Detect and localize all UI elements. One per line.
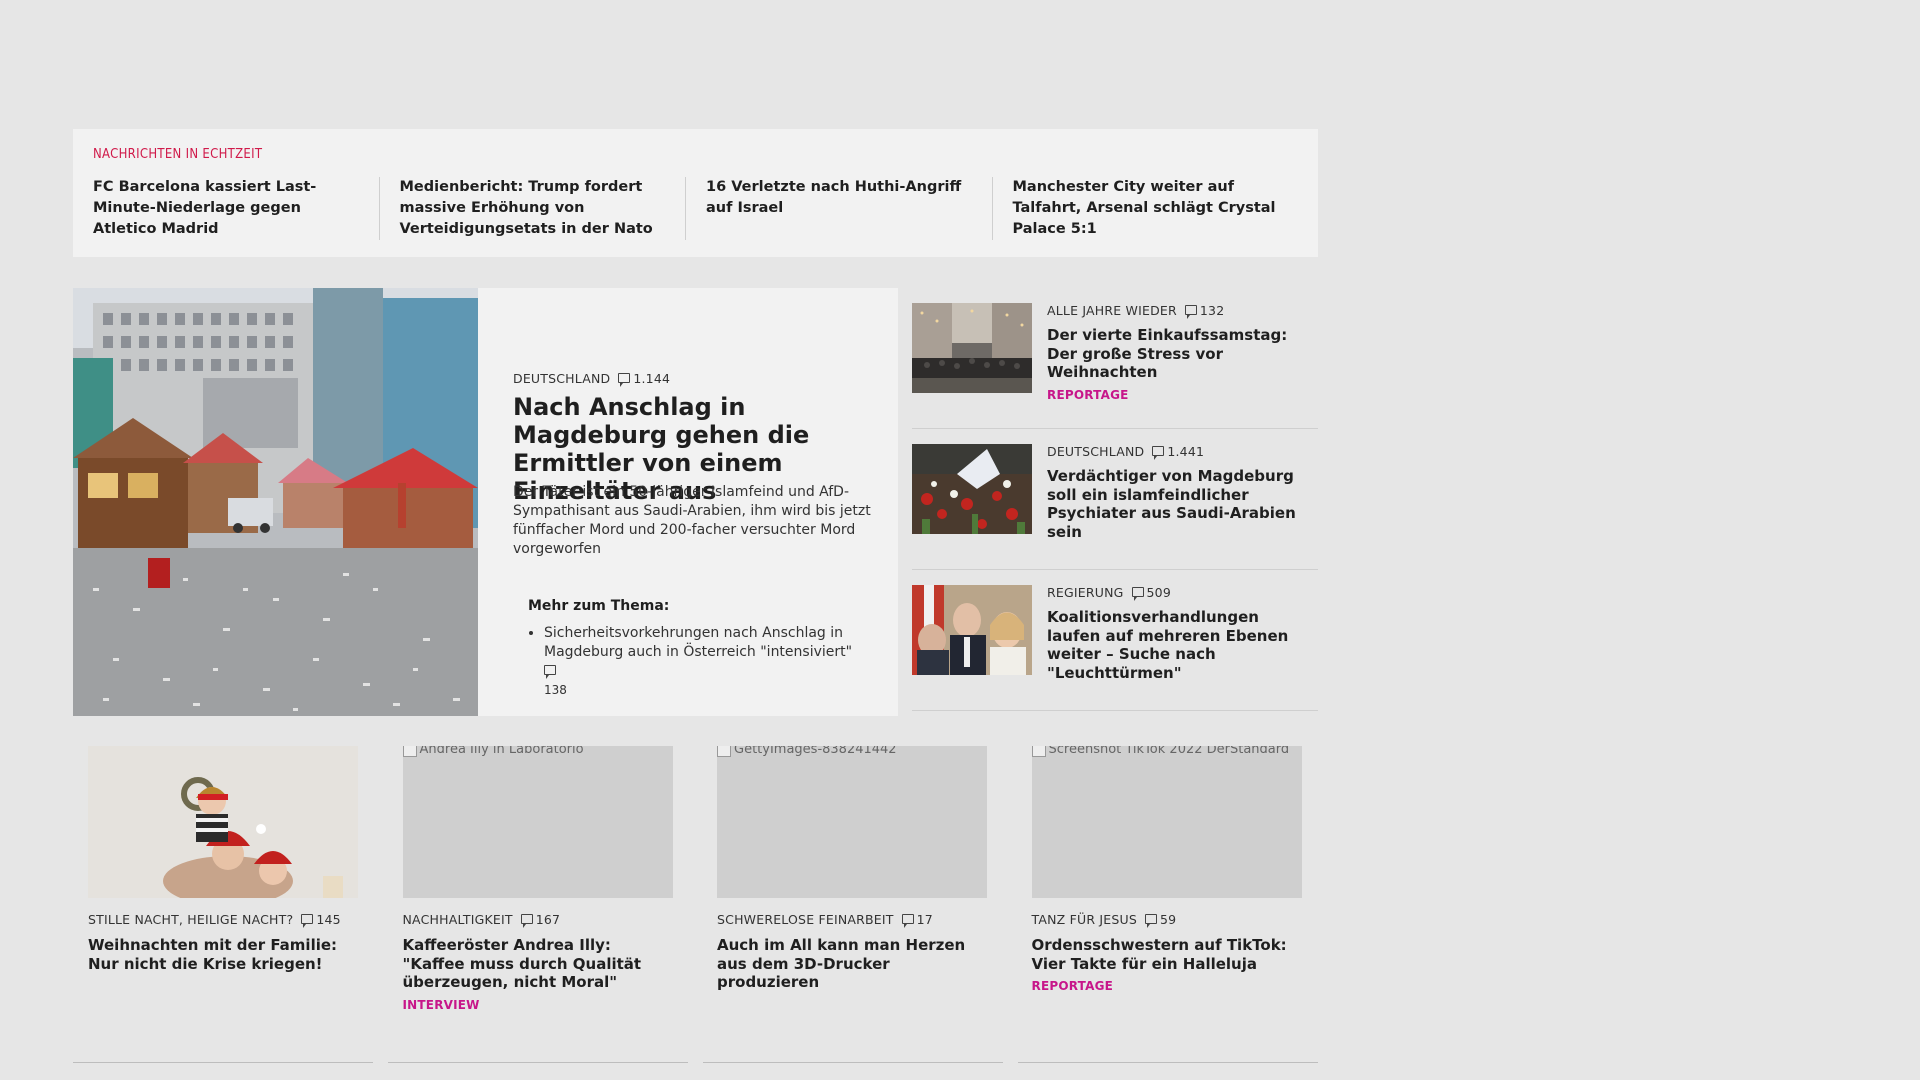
ticker-item[interactable]: 16 Verletzte nach Huthi-Angriff auf Isra… — [685, 177, 992, 240]
lead-article[interactable]: DEUTSCHLAND 1.144 Nach Anschlag in Magde… — [73, 288, 898, 716]
broken-image-alt-text: Screenshot TikTok 2022 DerStandard — [1048, 746, 1290, 757]
ticker-heading[interactable]: NACHRICHTEN IN ECHTZEIT — [93, 147, 262, 162]
side-article-text: DEUTSCHLAND 1.441 Verdächtiger von Magde… — [1047, 444, 1317, 541]
broken-image-alt: Andrea Illy in Laboratorio — [402, 746, 584, 757]
broken-image-alt-text: Andrea Illy in Laboratorio — [419, 746, 584, 757]
card-title[interactable]: Auch im All kann man Herzen aus dem 3D-D… — [717, 936, 987, 992]
card-meta: NACHHALTIGKEIT 167 — [403, 912, 673, 928]
comment-icon — [1152, 446, 1165, 460]
teaser-cards: STILLE NACHT, HEILIGE NACHT? 145 Weihnac… — [88, 746, 1303, 1012]
lead-comments[interactable]: 1.144 — [618, 371, 671, 387]
side-article[interactable]: DEUTSCHLAND 1.441 Verdächtiger von Magde… — [912, 429, 1318, 570]
comment-icon — [901, 914, 914, 928]
lead-category[interactable]: DEUTSCHLAND — [513, 371, 610, 386]
broken-image-icon — [402, 746, 417, 757]
card-comment-count: 145 — [316, 912, 341, 927]
comment-icon — [520, 914, 533, 928]
card-comments[interactable]: 59 — [1145, 912, 1177, 928]
related-comment-count[interactable]: 138 — [544, 683, 567, 697]
divider — [388, 1062, 688, 1063]
divider — [73, 1062, 373, 1063]
card-comments[interactable]: 145 — [301, 912, 341, 928]
side-article-meta: DEUTSCHLAND 1.441 — [1047, 444, 1317, 460]
teaser-card[interactable]: GettyImages-838241442 SCHWERELOSE FEINAR… — [717, 746, 987, 1012]
side-article-meta: ALLE JAHRE WIEDER 132 — [1047, 303, 1317, 319]
card-meta: STILLE NACHT, HEILIGE NACHT? 145 — [88, 912, 358, 928]
comment-icon — [1184, 305, 1197, 319]
card-meta: SCHWERELOSE FEINARBEIT 17 — [717, 912, 987, 928]
related-topics: Mehr zum Thema: Sicherheitsvorkehrungen … — [528, 598, 868, 700]
ticker-item[interactable]: Manchester City weiter auf Talfahrt, Ars… — [991, 177, 1299, 240]
ticker-item[interactable]: FC Barcelona kassiert Last-Minute-Nieder… — [93, 177, 379, 240]
lead-teaser: Der Täter ist ein 50-jähriger Islamfeind… — [513, 484, 871, 557]
card-category[interactable]: SCHWERELOSE FEINARBEIT — [717, 912, 894, 927]
side-article-text: ALLE JAHRE WIEDER 132 Der vierte Einkauf… — [1047, 303, 1317, 402]
card-image[interactable]: Andrea Illy in Laboratorio — [402, 746, 673, 898]
side-article-category[interactable]: ALLE JAHRE WIEDER — [1047, 303, 1177, 318]
side-article-comment-count: 509 — [1146, 585, 1171, 600]
card-category[interactable]: TANZ FÜR JESUS — [1032, 912, 1138, 927]
realtime-news-ticker: NACHRICHTEN IN ECHTZEIT FC Barcelona kas… — [73, 129, 1318, 257]
card-title[interactable]: Weihnachten mit der Familie: Nur nicht d… — [88, 936, 358, 973]
side-article-image[interactable] — [912, 444, 1032, 534]
card-image[interactable] — [88, 746, 358, 898]
broken-image-alt: GettyImages-838241442 — [717, 746, 897, 757]
side-article-title[interactable]: Koalitionsverhandlungen laufen auf mehre… — [1047, 608, 1317, 682]
side-article-title[interactable]: Der vierte Einkaufssamstag: Der große St… — [1047, 326, 1317, 382]
article-kicker: INTERVIEW — [402, 997, 480, 1012]
card-comments[interactable]: 17 — [901, 912, 933, 928]
card-comment-count: 167 — [535, 912, 561, 927]
card-image[interactable]: GettyImages-838241442 — [717, 746, 987, 898]
broken-image-alt-text: GettyImages-838241442 — [734, 746, 897, 757]
side-articles: ALLE JAHRE WIEDER 132 Der vierte Einkauf… — [912, 288, 1318, 711]
side-article-image[interactable] — [912, 303, 1032, 393]
ticker-item[interactable]: Medienbericht: Trump fordert mas­sive Er… — [378, 177, 686, 240]
side-article-comment-count: 132 — [1199, 303, 1225, 318]
card-category[interactable]: STILLE NACHT, HEILIGE NACHT? — [88, 912, 293, 927]
related-link[interactable]: Sicherheitsvorkehrungen nach Anschlag in… — [544, 624, 868, 700]
card-comment-count: 17 — [916, 912, 933, 927]
comment-icon — [544, 665, 556, 679]
card-image[interactable]: Screenshot TikTok 2022 DerStandard — [1031, 746, 1302, 898]
comment-icon — [1145, 914, 1158, 928]
broken-image-icon — [1031, 746, 1046, 757]
comment-icon — [618, 373, 631, 387]
side-article-image[interactable] — [912, 585, 1032, 675]
divider — [1018, 1062, 1318, 1063]
side-article-text: REGIERUNG 509 Koalitionsverhandlungen la… — [1047, 585, 1317, 682]
side-article[interactable]: ALLE JAHRE WIEDER 132 Der vierte Einkauf… — [912, 288, 1318, 429]
section-dividers — [73, 1062, 1318, 1063]
side-article-comments[interactable]: 132 — [1184, 303, 1225, 319]
side-article-comment-count: 1.441 — [1167, 444, 1205, 459]
side-article[interactable]: REGIERUNG 509 Koalitionsverhandlungen la… — [912, 570, 1318, 711]
broken-image-alt: Screenshot TikTok 2022 DerStandard — [1031, 746, 1290, 757]
side-article-category[interactable]: DEUTSCHLAND — [1047, 444, 1144, 459]
side-article-comments[interactable]: 1.441 — [1152, 444, 1205, 460]
card-category[interactable]: NACHHALTIGKEIT — [403, 912, 513, 927]
side-article-meta: REGIERUNG 509 — [1047, 585, 1317, 601]
teaser-card[interactable]: STILLE NACHT, HEILIGE NACHT? 145 Weihnac… — [88, 746, 358, 1012]
card-title[interactable]: Kaffeeröster Andrea Illy: "Kaffee muss d… — [403, 936, 673, 992]
lead-meta: DEUTSCHLAND 1.144 — [513, 371, 671, 387]
card-comments[interactable]: 167 — [520, 912, 561, 928]
card-comment-count: 59 — [1160, 912, 1177, 927]
side-article-category[interactable]: REGIERUNG — [1047, 585, 1124, 600]
side-article-comments[interactable]: 509 — [1131, 585, 1171, 601]
lead-image[interactable] — [73, 288, 478, 716]
card-title[interactable]: Ordensschwestern auf TikTok: Vier Takte … — [1032, 936, 1302, 973]
teaser-card[interactable]: Andrea Illy in Laboratorio NACHHALTIGKEI… — [402, 746, 673, 1012]
comment-icon — [301, 914, 314, 928]
ticker-list: FC Barcelona kassiert Last-Minute-Nieder… — [93, 177, 1298, 240]
side-article-title[interactable]: Verdächtiger von Magdeburg soll ein isla… — [1047, 467, 1317, 541]
broken-image-icon — [717, 746, 731, 757]
article-kicker: REPORTAGE — [1047, 387, 1129, 402]
article-kicker: REPORTAGE — [1031, 979, 1114, 993]
related-heading: Mehr zum Thema: — [528, 598, 670, 614]
comment-icon — [1131, 587, 1144, 601]
divider — [703, 1062, 1003, 1063]
lead-comment-count: 1.144 — [633, 371, 671, 386]
related-link-text[interactable]: Sicherheitsvorkehrungen nach Anschlag in… — [544, 625, 852, 660]
teaser-card[interactable]: Screenshot TikTok 2022 DerStandard TANZ … — [1031, 746, 1302, 1012]
card-meta: TANZ FÜR JESUS 59 — [1032, 912, 1302, 928]
